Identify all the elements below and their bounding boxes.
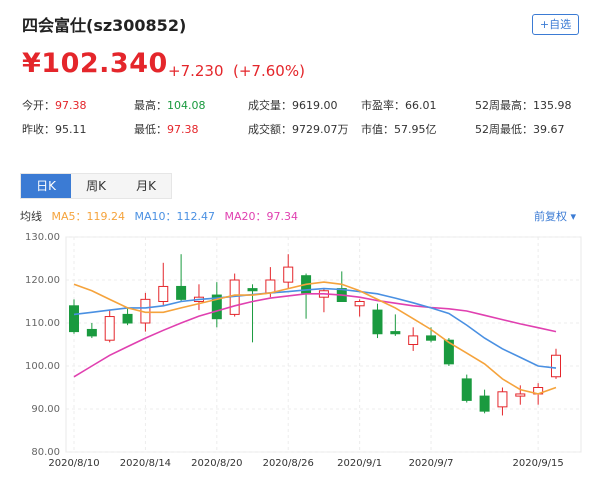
candle-body — [247, 288, 258, 292]
kline-chart: 130.00120.00110.00100.0090.0080.002020/8… — [25, 232, 582, 469]
candle-body — [408, 335, 419, 345]
y-tick-label: 100.00 — [25, 361, 60, 372]
candle-body — [354, 301, 365, 307]
candle-body — [426, 335, 437, 341]
x-tick-label: 2020/8/26 — [263, 458, 314, 469]
candle-body — [104, 316, 115, 341]
plot-area — [65, 236, 582, 453]
candle-body — [283, 266, 294, 283]
y-tick-label: 120.00 — [25, 275, 60, 286]
candle-body — [122, 313, 133, 324]
candle-body — [86, 328, 97, 337]
y-tick-label: 90.00 — [31, 404, 60, 415]
candle-body — [390, 331, 401, 335]
y-tick-label: 110.00 — [25, 318, 60, 329]
y-tick-label: 130.00 — [25, 232, 60, 243]
x-tick-label: 2020/8/14 — [120, 458, 171, 469]
x-tick-label: 2020/9/1 — [337, 458, 382, 469]
y-tick-label: 80.00 — [31, 447, 60, 458]
candle-body — [158, 285, 169, 303]
candle-body — [265, 279, 276, 294]
candle-body — [551, 354, 561, 378]
x-tick-label: 2020/8/20 — [191, 458, 242, 469]
x-tick-label: 2020/8/10 — [48, 458, 99, 469]
candle-body — [372, 309, 383, 335]
candle-body — [497, 391, 508, 408]
candle-body — [515, 393, 526, 397]
x-tick-label: 2020/9/15 — [513, 458, 564, 469]
candle-body — [69, 305, 79, 333]
candle-body — [461, 378, 472, 401]
candle-body — [479, 395, 490, 412]
candle-body — [176, 285, 187, 300]
x-tick-label: 2020/9/7 — [409, 458, 454, 469]
